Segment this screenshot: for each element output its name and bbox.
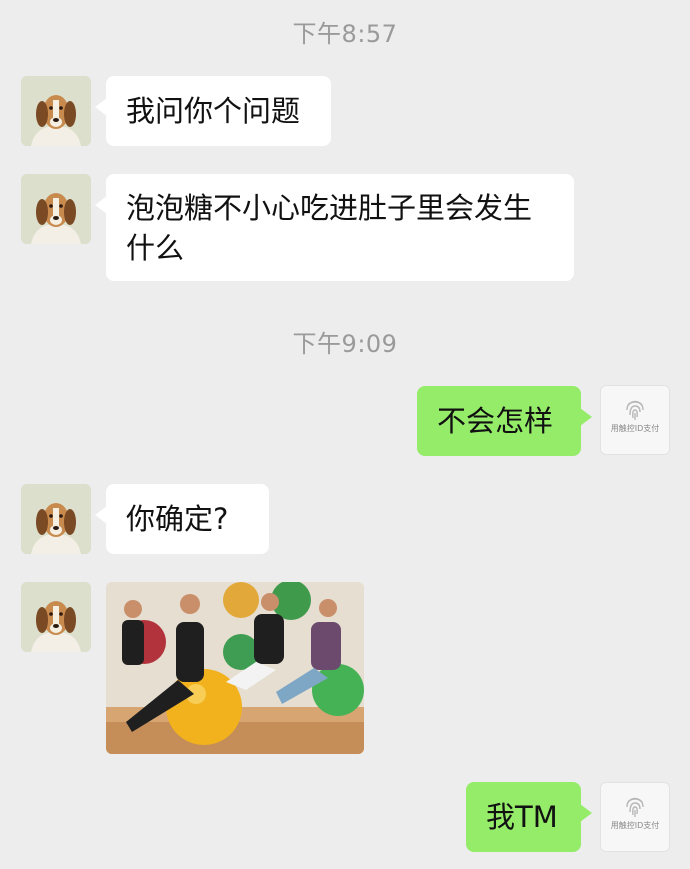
fingerprint-icon [626, 400, 644, 420]
self-avatar-caption: 用触控ID支付 [610, 424, 660, 433]
contact-avatar[interactable] [21, 76, 91, 146]
beagle-dog-icon [21, 582, 91, 652]
self-avatar[interactable]: 用触控ID支付 [600, 385, 670, 455]
message-text: 你确定? [126, 502, 229, 536]
exercise-ball-photo [106, 582, 364, 754]
message-text: 不会怎样 [437, 404, 554, 438]
message-bubble[interactable]: 泡泡糖不小心吃进肚子里会发生什么 [95, 174, 574, 281]
contact-avatar[interactable] [21, 174, 91, 244]
beagle-dog-icon [21, 76, 91, 146]
beagle-dog-icon [21, 484, 91, 554]
self-avatar-caption: 用触控ID支付 [610, 821, 660, 830]
message-text: 我TM [486, 800, 558, 834]
message-bubble[interactable]: 我TM [466, 782, 592, 852]
message-text: 泡泡糖不小心吃进肚子里会发生什么 [126, 191, 533, 265]
message-bubble[interactable]: 不会怎样 [417, 386, 592, 456]
self-avatar[interactable]: 用触控ID支付 [600, 782, 670, 852]
timestamp: 下午9:09 [292, 330, 398, 358]
fingerprint-icon [626, 797, 644, 817]
contact-avatar[interactable] [21, 484, 91, 554]
contact-avatar[interactable] [21, 582, 91, 652]
message-text: 我问你个问题 [126, 94, 301, 128]
image-message[interactable] [106, 582, 364, 754]
message-bubble[interactable]: 你确定? [95, 484, 269, 554]
message-bubble[interactable]: 我问你个问题 [95, 76, 331, 146]
beagle-dog-icon [21, 174, 91, 244]
timestamp: 下午8:57 [292, 20, 398, 48]
